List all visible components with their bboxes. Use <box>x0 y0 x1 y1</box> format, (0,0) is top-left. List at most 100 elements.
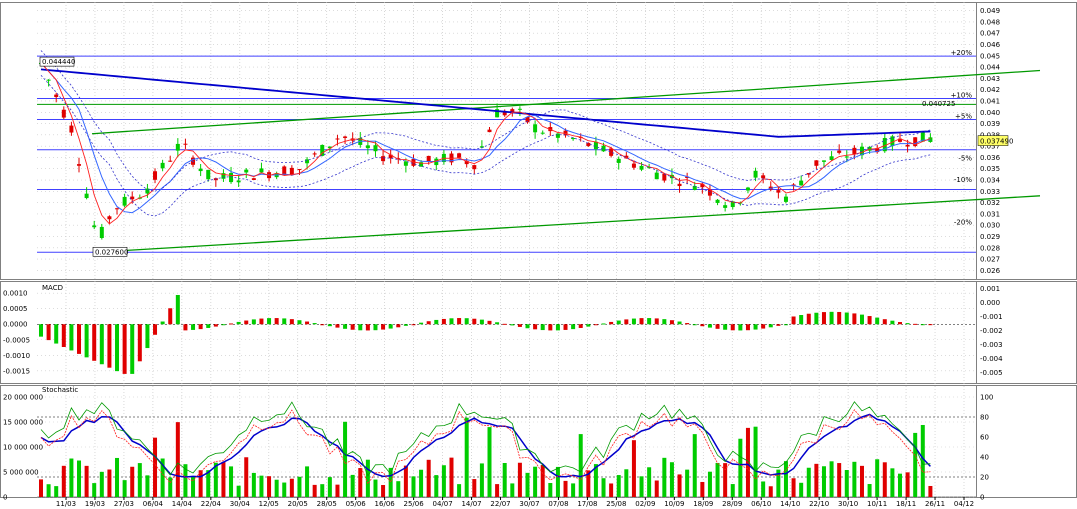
macd-histogram-bar <box>472 318 477 325</box>
volume-bar <box>616 475 621 497</box>
macd-histogram-bar <box>707 324 712 328</box>
volume-bar <box>312 484 317 497</box>
candle-body <box>99 226 104 239</box>
volume-bar <box>609 483 614 497</box>
macd-histogram-bar <box>715 324 720 329</box>
volume-bar <box>449 457 454 497</box>
candle-body <box>229 173 234 183</box>
candle-body <box>829 156 834 160</box>
macd-histogram-bar <box>723 324 728 330</box>
volume-bar <box>46 484 51 497</box>
macd-histogram-bar <box>46 324 51 341</box>
macd-histogram-bar <box>419 322 424 325</box>
volume-bar <box>631 440 636 497</box>
macd-histogram-bar <box>821 312 826 325</box>
macd-histogram-bar <box>122 324 127 374</box>
macd-histogram-bar <box>928 324 933 326</box>
stochastic-y-tick-label: 40 <box>980 454 989 462</box>
volume-bar <box>426 459 431 497</box>
percent-level-label: +10% <box>951 91 973 99</box>
macd-histogram-bar <box>61 324 66 347</box>
macd-histogram-bar <box>738 324 743 331</box>
macd-histogram-bar <box>464 318 469 325</box>
macd-histogram-bar <box>175 294 180 325</box>
macd-histogram-bar <box>343 324 348 329</box>
macd-y-tick-label-right: -0.002 <box>980 327 1003 335</box>
x-tick-label: 30/07 <box>519 500 539 508</box>
macd-histogram-bar <box>563 324 568 330</box>
macd-histogram-bar <box>441 318 446 325</box>
volume-bar <box>548 482 553 497</box>
y-tick-label: 0.029 <box>980 233 1000 241</box>
volume-bar <box>829 461 834 497</box>
x-tick-label: 19/03 <box>85 500 105 508</box>
volume-bar <box>61 465 66 497</box>
macd-histogram-bar <box>502 323 507 325</box>
x-tick-label: 04/12 <box>954 500 974 508</box>
volume-bar <box>221 461 226 497</box>
macd-histogram-bar <box>571 324 576 330</box>
macd-histogram-bar <box>236 321 241 325</box>
percent-level-label: -10% <box>954 176 972 184</box>
y-tick-label: 0.048 <box>980 18 1000 26</box>
macd-histogram-bar <box>776 324 781 326</box>
macd-histogram-bar <box>312 323 317 325</box>
macd-histogram-bar <box>609 321 614 325</box>
macd-histogram-bar <box>84 324 89 358</box>
macd-histogram-bar <box>115 324 120 372</box>
candle-body <box>540 132 545 134</box>
stochastic-y-tick-label: 60 <box>980 434 989 442</box>
macd-histogram-bar <box>221 324 226 326</box>
volume-bar <box>320 484 325 497</box>
x-tick-label: 06/04 <box>143 500 164 508</box>
volume-bar <box>517 462 522 497</box>
macd-histogram-bar <box>525 324 530 329</box>
candle-body <box>305 159 310 164</box>
macd-histogram-bar <box>274 318 279 325</box>
candle-body <box>472 165 477 170</box>
volume-bar <box>859 465 864 497</box>
macd-histogram-bar <box>191 324 196 330</box>
candle-body <box>312 153 317 155</box>
macd-y-tick-label: -0.0010 <box>3 352 30 360</box>
macd-histogram-bar <box>647 318 652 325</box>
macd-histogram-bar <box>799 315 804 325</box>
volume-bar <box>464 417 469 497</box>
volume-bar <box>852 461 857 497</box>
volume-bar <box>662 457 667 497</box>
y-tick-label: 0.044 <box>980 64 1001 72</box>
y-tick-label: 0.041 <box>980 97 1000 105</box>
volume-bar <box>928 485 933 497</box>
candle-body <box>297 169 302 171</box>
candle-body <box>776 190 781 193</box>
y-tick-label: 0.031 <box>980 210 1000 218</box>
macd-histogram-bar <box>426 321 431 325</box>
volume-bar <box>168 477 173 497</box>
volume-y-tick-label: 0 <box>3 494 7 502</box>
volume-bar <box>137 463 142 497</box>
volume-bar <box>305 466 310 497</box>
macd-histogram-bar <box>229 323 234 325</box>
macd-histogram-bar <box>867 316 872 325</box>
macd-histogram-bar <box>890 320 895 325</box>
stochastic-y-tick-label: 20 <box>980 474 989 482</box>
candle-body <box>107 216 112 220</box>
volume-bar <box>115 457 120 497</box>
candle-body <box>403 161 408 166</box>
candle-body <box>365 145 370 149</box>
volume-bar <box>343 421 348 497</box>
macd-histogram-bar <box>358 324 363 331</box>
candle-body <box>335 138 340 140</box>
candle-body <box>381 156 386 162</box>
macd-histogram-bar <box>320 324 325 326</box>
candle-body <box>533 124 538 133</box>
volume-bar <box>730 484 735 497</box>
macd-histogram-bar <box>168 308 173 325</box>
volume-bar <box>350 474 355 497</box>
x-tick-label: 20/05 <box>288 500 308 508</box>
candle-body <box>236 180 241 183</box>
volume-bar <box>99 471 104 497</box>
x-tick-label: 27/03 <box>114 500 134 508</box>
y-tick-label: 0.035 <box>980 165 1000 173</box>
volume-y-tick-label: 15 000 000 <box>3 419 43 427</box>
